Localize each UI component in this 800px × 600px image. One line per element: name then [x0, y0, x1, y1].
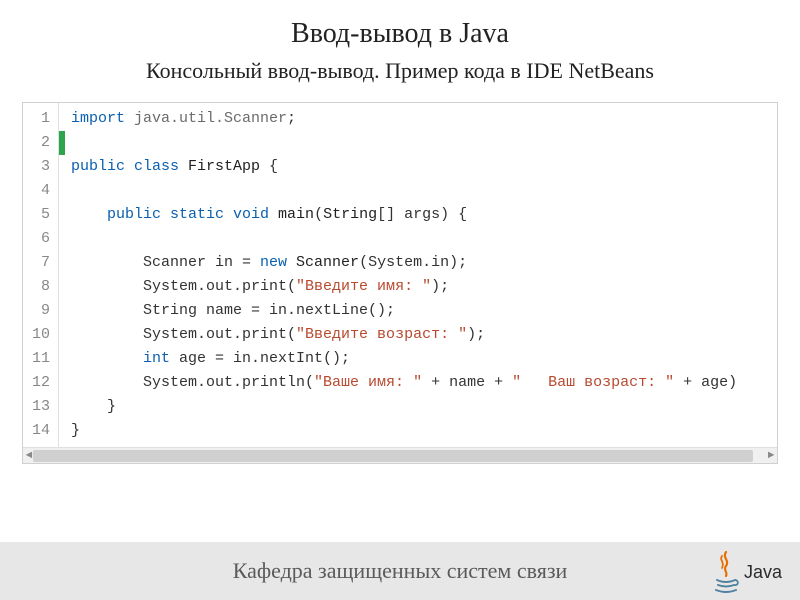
- line-number: 13: [29, 395, 50, 419]
- line-number: 12: [29, 371, 50, 395]
- change-indicator-strip: [59, 103, 65, 447]
- slide-title: Ввод-вывод в Java: [0, 0, 800, 50]
- line-number: 4: [29, 179, 50, 203]
- java-cup-icon: [712, 550, 740, 594]
- line-number: 8: [29, 275, 50, 299]
- scrollbar-thumb[interactable]: [33, 450, 753, 462]
- footer-bar: Кафедра защищенных систем связи Java: [0, 542, 800, 600]
- code-line: String name = in.nextLine();: [71, 299, 777, 323]
- code-editor: 1234567891011121314 import java.util.Sca…: [22, 102, 778, 464]
- code-line: public class FirstApp {: [71, 155, 777, 179]
- code-line: [71, 227, 777, 251]
- code-line: [71, 131, 777, 155]
- code-line: System.out.print("Введите имя: ");: [71, 275, 777, 299]
- code-line: }: [71, 395, 777, 419]
- java-logo-text: Java: [744, 562, 782, 583]
- slide-subtitle: Консольный ввод-вывод. Пример кода в IDE…: [0, 50, 800, 84]
- code-line: }: [71, 419, 777, 443]
- horizontal-scrollbar[interactable]: ◄ ►: [23, 447, 777, 463]
- code-line: int age = in.nextInt();: [71, 347, 777, 371]
- line-number: 9: [29, 299, 50, 323]
- code-line: import java.util.Scanner;: [71, 107, 777, 131]
- code-line: System.out.println("Ваше имя: " + name +…: [71, 371, 777, 395]
- footer-text: Кафедра защищенных систем связи: [233, 558, 568, 584]
- code-line: [71, 179, 777, 203]
- line-number: 7: [29, 251, 50, 275]
- line-number: 3: [29, 155, 50, 179]
- line-number: 14: [29, 419, 50, 443]
- code-line: System.out.print("Введите возраст: ");: [71, 323, 777, 347]
- line-number: 10: [29, 323, 50, 347]
- line-number: 2: [29, 131, 50, 155]
- code-line: Scanner in = new Scanner(System.in);: [71, 251, 777, 275]
- line-number: 5: [29, 203, 50, 227]
- line-number: 11: [29, 347, 50, 371]
- line-number-gutter: 1234567891011121314: [23, 103, 59, 447]
- code-line: public static void main(String[] args) {: [71, 203, 777, 227]
- change-marker: [59, 131, 65, 155]
- line-number: 6: [29, 227, 50, 251]
- line-number: 1: [29, 107, 50, 131]
- java-logo: Java: [712, 550, 782, 594]
- scroll-right-icon[interactable]: ►: [765, 450, 777, 462]
- code-content: import java.util.Scanner; public class F…: [65, 103, 777, 447]
